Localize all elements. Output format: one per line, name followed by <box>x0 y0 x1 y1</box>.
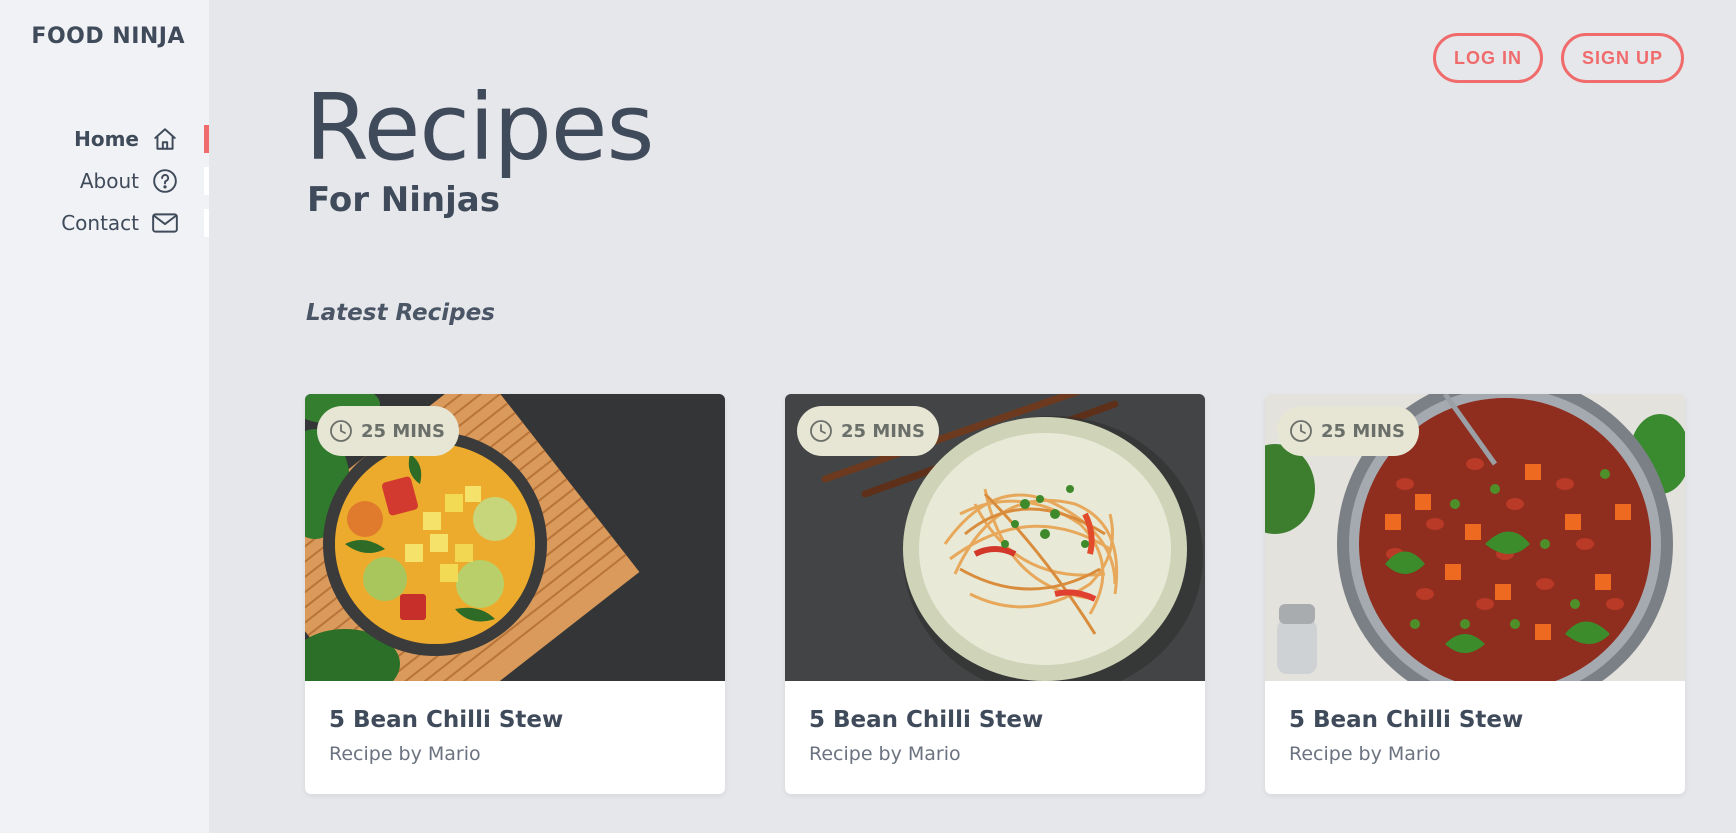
home-icon <box>151 125 179 153</box>
recipe-card[interactable]: 25 MINS 5 Bean Chilli Stew Recipe by Mar… <box>785 394 1205 794</box>
signup-button[interactable]: SIGN UP <box>1560 33 1684 83</box>
cook-time-badge: 25 MINS <box>317 406 459 456</box>
recipe-image-noodle-bowl: 25 MINS <box>785 394 1205 681</box>
recipe-card[interactable]: 25 MINS 5 Bean Chilli Stew Recipe by Mar… <box>1265 394 1685 794</box>
nav-item-label: Contact <box>61 211 139 235</box>
auth-buttons: LOG IN SIGN UP <box>1432 33 1684 83</box>
page-title: Recipes <box>305 74 654 181</box>
cook-time: 25 MINS <box>1321 420 1405 442</box>
app-root: FOOD NINJA Home About Contact LOG IN SIG… <box>0 0 1736 833</box>
recipe-author: Recipe by Mario <box>1289 743 1441 765</box>
recipe-author: Recipe by Mario <box>329 743 481 765</box>
nav-item-label: About <box>79 169 139 193</box>
cook-time: 25 MINS <box>361 420 445 442</box>
nav-item-home[interactable]: Home <box>0 118 209 160</box>
recipe-card[interactable]: 25 MINS 5 Bean Chilli Stew Recipe by Mar… <box>305 394 725 794</box>
login-button[interactable]: LOG IN <box>1432 33 1543 83</box>
nav-item-label: Home <box>74 127 139 151</box>
sidebar-nav: Home About Contact <box>0 118 209 244</box>
main-content: LOG IN SIGN UP Recipes For Ninjas Latest… <box>209 0 1736 833</box>
brand-logo[interactable]: FOOD NINJA <box>31 24 185 49</box>
mail-icon <box>151 209 179 237</box>
recipe-title: 5 Bean Chilli Stew <box>1289 707 1524 733</box>
recipe-image-curry-bowl: 25 MINS <box>305 394 725 681</box>
recipe-title: 5 Bean Chilli Stew <box>329 707 564 733</box>
recipe-author: Recipe by Mario <box>809 743 961 765</box>
recipe-card-body: 5 Bean Chilli Stew Recipe by Mario <box>785 681 1205 765</box>
recipe-image-bean-stew-pan: 25 MINS <box>1265 394 1685 681</box>
page-subtitle: For Ninjas <box>307 180 500 220</box>
cook-time-badge: 25 MINS <box>1277 406 1419 456</box>
recipe-card-list: 25 MINS 5 Bean Chilli Stew Recipe by Mar… <box>305 394 1685 794</box>
clock-icon <box>329 419 353 443</box>
section-title: Latest Recipes <box>306 300 495 326</box>
clock-icon <box>809 419 833 443</box>
clock-icon <box>1289 419 1313 443</box>
sidebar: FOOD NINJA Home About Contact <box>0 0 209 833</box>
cook-time: 25 MINS <box>841 420 925 442</box>
recipe-title: 5 Bean Chilli Stew <box>809 707 1044 733</box>
nav-item-contact[interactable]: Contact <box>0 202 209 244</box>
recipe-card-body: 5 Bean Chilli Stew Recipe by Mario <box>305 681 725 765</box>
question-circle-icon <box>151 167 179 195</box>
nav-item-about[interactable]: About <box>0 160 209 202</box>
cook-time-badge: 25 MINS <box>797 406 939 456</box>
recipe-card-body: 5 Bean Chilli Stew Recipe by Mario <box>1265 681 1685 765</box>
